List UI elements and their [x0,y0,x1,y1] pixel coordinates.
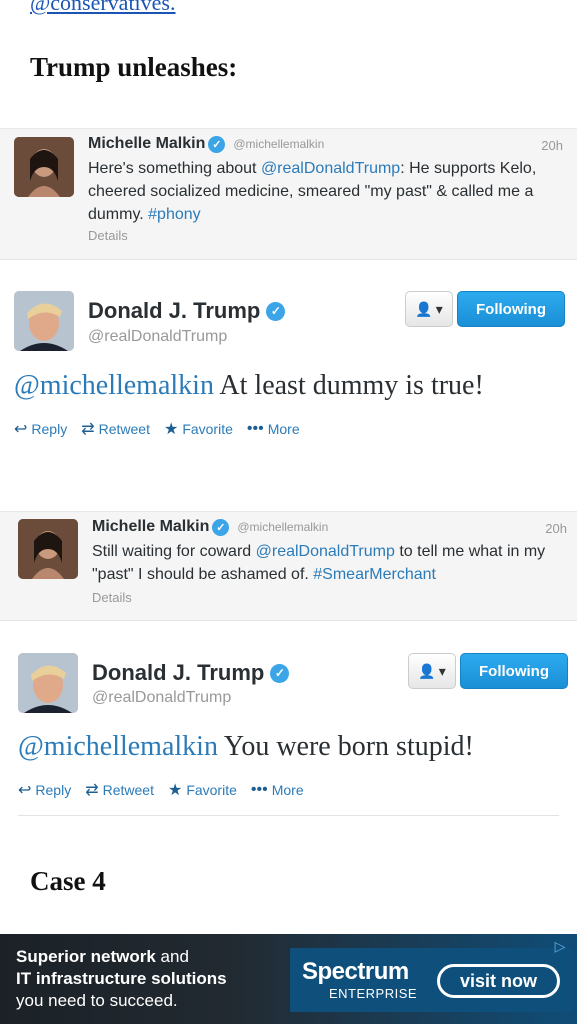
adchoices-icon[interactable]: ▷ [549,938,571,958]
verified-badge-icon: ✓ [270,663,290,683]
user-icon: 👤 [415,300,433,317]
retweet-button[interactable]: ⇄ Retweet [85,780,154,800]
reply-icon: ↩ [14,421,28,438]
hashtag-link[interactable]: #phony [148,206,201,223]
more-dots-icon: ••• [246,420,264,437]
following-button[interactable]: Following [460,653,568,689]
more-dots-icon: ••• [250,781,268,798]
tweet-actions: ↩ Reply ⇄ Retweet ★ Favorite ••• More [14,419,300,439]
divider [18,815,559,816]
tweet-author-handle[interactable]: @realDonaldTrump [92,689,231,707]
visit-now-button[interactable]: visit now [437,964,560,998]
ad-copy: Superior network and IT infrastructure s… [16,947,227,1010]
conservatives-link[interactable]: @conservatives. [30,0,176,16]
tweet-actions: ↩ Reply ⇄ Retweet ★ Favorite ••• More [18,780,304,800]
details-link[interactable]: Details [88,228,128,243]
quoted-tweet-malkin-1[interactable]: Michelle Malkin ✓ @michellemalkin 20h He… [0,128,577,260]
avatar-donald-trump[interactable] [14,291,74,351]
favorite-button[interactable]: ★ Favorite [168,780,237,800]
spectrum-logo: Spectrum [302,958,409,985]
star-icon: ★ [163,421,179,438]
star-icon: ★ [167,782,183,799]
reply-button[interactable]: ↩ Reply [18,780,71,800]
retweet-button[interactable]: ⇄ Retweet [81,419,150,439]
tweet-author-name[interactable]: Michelle Malkin [88,135,205,153]
user-actions-menu-button[interactable]: 👤 ▾ [408,653,456,689]
details-link[interactable]: Details [92,590,132,605]
mention-link[interactable]: @realDonaldTrump [256,543,395,560]
avatar-donald-trump[interactable] [18,653,78,713]
tweet-text: Still waiting for coward @realDonaldTrum… [92,543,546,583]
tweet-author-name[interactable]: Michelle Malkin [92,518,209,536]
avatar-michelle-malkin[interactable] [18,519,78,579]
reply-icon: ↩ [18,782,32,799]
favorite-button[interactable]: ★ Favorite [164,419,233,439]
tweet-author-handle[interactable]: @michellemalkin [233,137,324,151]
retweet-icon: ⇄ [85,782,99,799]
verified-badge-icon: ✓ [266,301,286,321]
reply-button[interactable]: ↩ Reply [14,419,67,439]
section-heading-trump-unleashes: Trump unleashes: [30,52,238,82]
user-actions-menu-button[interactable]: 👤 ▾ [405,291,453,327]
mention-link[interactable]: @michellemalkin [18,731,218,762]
tweet-text: @michellemalkin You were born stupid! [18,731,474,762]
following-button[interactable]: Following [457,291,565,327]
more-button[interactable]: ••• More [247,420,300,438]
more-button[interactable]: ••• More [251,781,304,799]
mention-link[interactable]: @realDonaldTrump [261,160,400,177]
tweet-author-name[interactable]: Donald J. Trump [92,660,264,686]
ad-banner[interactable]: Superior network and IT infrastructure s… [0,934,577,1024]
verified-badge-icon: ✓ [208,135,226,153]
spectrum-enterprise-label: ENTERPRISE [329,986,418,1001]
tweet-author-handle[interactable]: @michellemalkin [237,520,328,534]
mention-link[interactable]: @michellemalkin [14,370,214,401]
tweet-time[interactable]: 20h [545,521,567,536]
verified-badge-icon: ✓ [212,518,230,536]
retweet-icon: ⇄ [81,421,95,438]
tweet-text: Here's something about @realDonaldTrump:… [88,160,537,223]
tweet-time[interactable]: 20h [541,138,563,153]
section-heading-case-4: Case 4 [30,866,106,896]
tweet-text: @michellemalkin At least dummy is true! [14,370,484,401]
main-tweet-trump-2: Donald J. Trump ✓ @realDonaldTrump 👤 ▾ Fo… [0,621,577,816]
user-icon: 👤 [418,662,436,679]
main-tweet-trump-1: Donald J. Trump ✓ @realDonaldTrump 👤 ▾ Fo… [0,260,577,480]
tweet-author-name[interactable]: Donald J. Trump [88,298,260,324]
tweet-author-handle[interactable]: @realDonaldTrump [88,328,227,346]
hashtag-link[interactable]: #SmearMerchant [313,566,436,583]
avatar-michelle-malkin[interactable] [14,137,74,197]
quoted-tweet-malkin-2[interactable]: Michelle Malkin ✓ @michellemalkin 20h St… [0,511,577,621]
